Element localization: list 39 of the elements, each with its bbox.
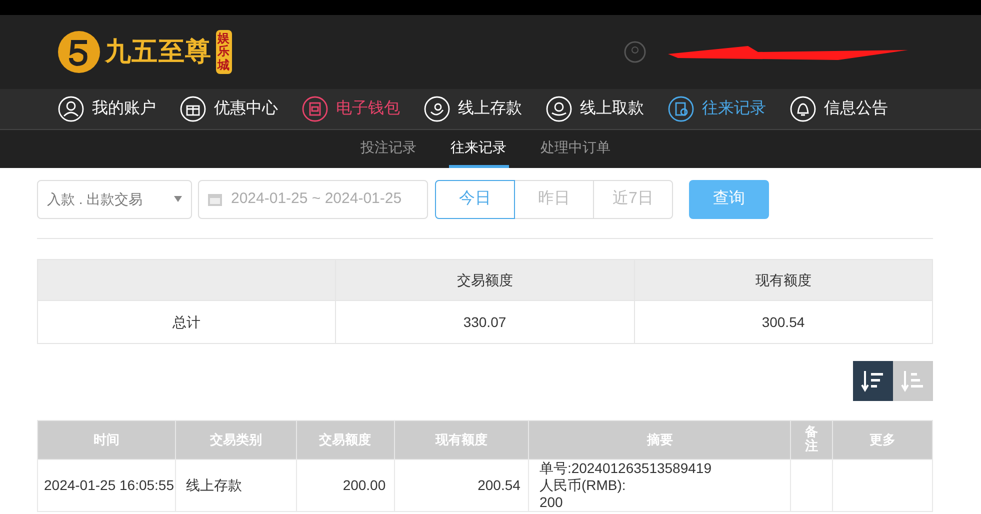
- column-header: 现有额度: [755, 272, 812, 288]
- user-icon: [58, 96, 84, 122]
- sort-descending-icon: [861, 369, 885, 393]
- type-dropdown[interactable]: 入款 . 出款交易: [37, 180, 192, 218]
- subnav-tab[interactable]: 往来记录: [448, 130, 508, 168]
- nav-tab[interactable]: 电子钱包: [302, 96, 400, 122]
- caret-icon: [174, 196, 182, 202]
- table-cell: 330.07: [463, 314, 506, 330]
- subnav-tab[interactable]: 投注记录: [358, 130, 418, 168]
- logo-icon: [57, 30, 101, 74]
- table-cell: 200.00: [342, 477, 386, 493]
- date-range-text: 2024-01-25 ~ 2024-01-25: [231, 188, 402, 209]
- nav-tab[interactable]: 往来记录: [668, 96, 766, 122]
- wallet-icon: [302, 96, 328, 122]
- row-label: 总计: [172, 314, 200, 330]
- gift-icon: [180, 96, 206, 122]
- logo-badge: 娱乐城: [216, 30, 232, 74]
- summary-line: 人民币(RMB):: [539, 477, 627, 494]
- nav-tab[interactable]: 信息公告: [790, 96, 888, 122]
- sort-ascending-icon: [901, 369, 925, 393]
- nav-tab[interactable]: 线上取款: [546, 96, 644, 122]
- document-icon: [668, 96, 694, 122]
- summary-line: 单号:202401263513589419: [539, 460, 712, 477]
- table-cell: 线上存款: [186, 477, 242, 493]
- nav-tab[interactable]: 我的账户: [58, 96, 156, 122]
- dropdown-value: 入款 . 出款交易: [47, 190, 143, 208]
- subnav-tab[interactable]: 处理中订单: [538, 130, 612, 168]
- summary-line: 200: [539, 494, 564, 511]
- nav-tab[interactable]: 线上存款: [424, 96, 522, 122]
- sort-descending-button[interactable]: [853, 361, 893, 401]
- column-header: 交易额度: [456, 272, 513, 288]
- user-icon: [624, 41, 646, 63]
- logo-text: 九五至尊: [105, 36, 212, 68]
- bell-icon: [790, 96, 816, 122]
- nav-tab[interactable]: 优惠中心: [180, 96, 278, 122]
- table-cell: 300.54: [762, 314, 805, 330]
- table-cell: 2024-01-25 16:05:55: [44, 477, 174, 493]
- calendar-icon: [207, 191, 223, 207]
- table-cell: 200.54: [478, 477, 520, 493]
